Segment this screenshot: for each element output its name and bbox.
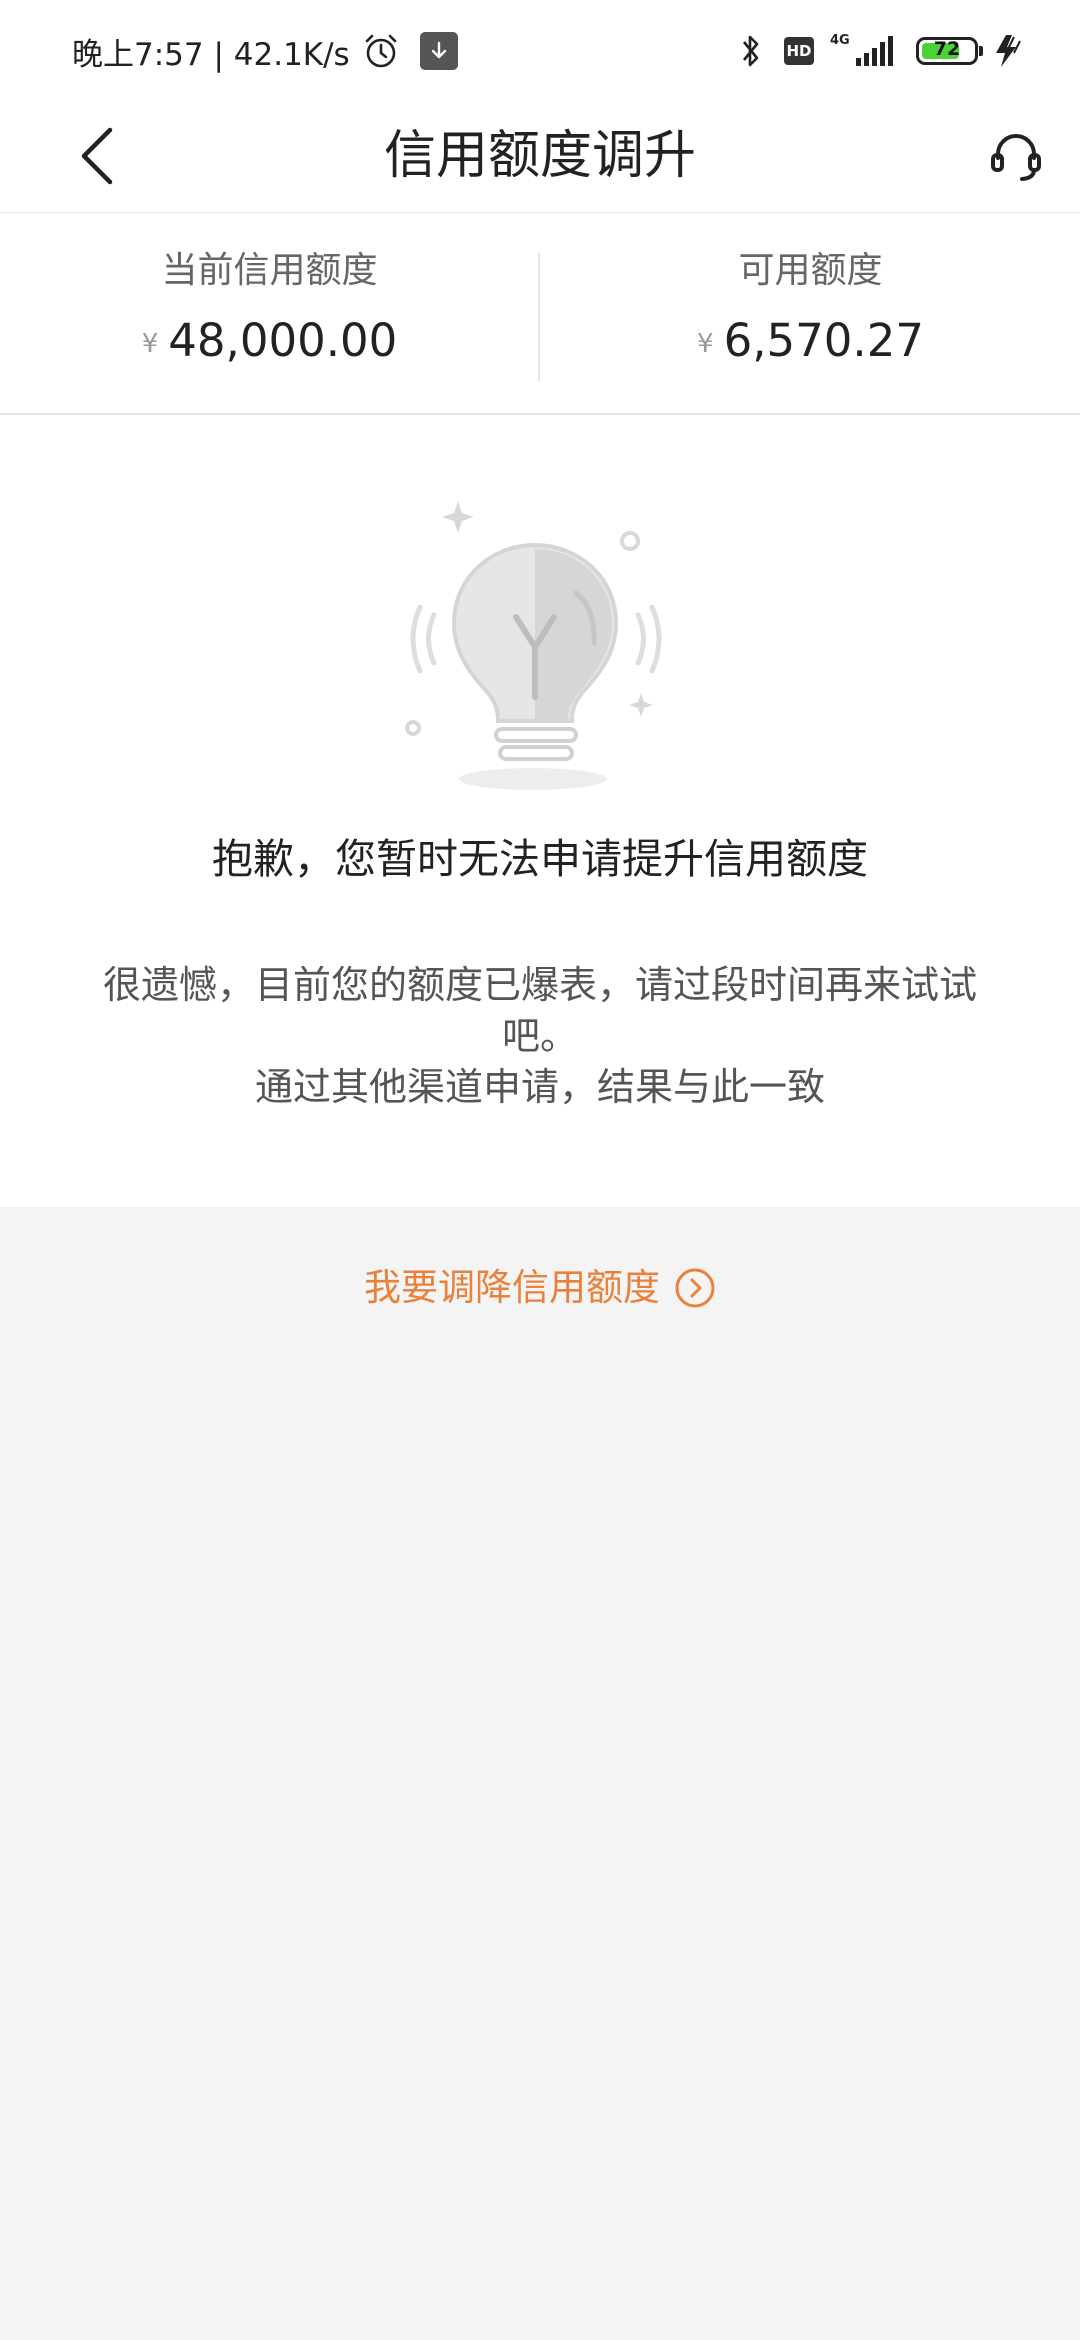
battery-icon: 72 (916, 37, 983, 65)
available-limit-value-row: ¥6,570.27 (541, 311, 1080, 381)
battery-level: 72 (933, 38, 961, 60)
lightbulb-icon (405, 501, 662, 790)
bluetooth-icon (742, 35, 759, 67)
current-limit-label: 当前信用额度 (161, 250, 378, 291)
available-limit-value: 6,570.27 (723, 314, 924, 367)
arrow-right-circle-icon (675, 1268, 715, 1308)
page-title: 信用额度调升 (383, 126, 696, 186)
alarm-icon (365, 34, 397, 68)
message-body: 很遗憾，目前您的额度已爆表，请过段时间再来试试吧。 通过其他渠道申请，结果与此一… (70, 960, 1010, 1113)
current-limit-value: 48,000.00 (168, 314, 398, 367)
network-label: 4G (830, 33, 850, 48)
headset-icon (991, 134, 1041, 181)
charging-icon (996, 35, 1021, 67)
status-time-speed: 晚上7:57 | 42.1K/s (72, 36, 350, 73)
column-divider (538, 253, 540, 381)
message-card: 抱歉，您暂时无法申请提升信用额度 很遗憾，目前您的额度已爆表，请过段时间再来试试… (0, 415, 1080, 1207)
hd-badge: HD (784, 37, 814, 65)
message-title: 抱歉，您暂时无法申请提升信用额度 (212, 835, 868, 883)
app-header: 信用额度调升 (0, 100, 1080, 213)
status-bar: 晚上7:57 | 42.1K/s HD 4G 72 (0, 0, 1080, 100)
currency-symbol: ¥ (697, 329, 714, 359)
credit-summary: 当前信用额度 ¥48,000.00 可用额度 ¥6,570.27 (0, 213, 1080, 415)
signal-icon (856, 36, 893, 66)
screen: 晚上7:57 | 42.1K/s HD 4G 72 信用额度调升 当前信用额度 … (0, 0, 1080, 2340)
current-limit-value-row: ¥48,000.00 (0, 311, 539, 381)
status-left: 晚上7:57 | 42.1K/s (72, 28, 458, 74)
message-body-line: 通过其他渠道申请，结果与此一致 (254, 1065, 825, 1109)
available-limit-block: 可用额度 ¥6,570.27 (541, 213, 1080, 413)
reduce-credit-label: 我要调降信用额度 (364, 1266, 660, 1309)
currency-symbol: ¥ (141, 329, 159, 359)
available-limit-label: 可用额度 (738, 250, 883, 291)
customer-service-button[interactable] (978, 118, 1054, 194)
download-icon (419, 32, 458, 70)
reduce-credit-link[interactable]: 我要调降信用额度 (0, 1258, 1080, 1318)
message-body-line: 很遗憾，目前您的额度已爆表，请过段时间再来试试吧。 (102, 963, 977, 1058)
current-limit-block: 当前信用额度 ¥48,000.00 (0, 213, 539, 413)
network-type: 4G (828, 31, 854, 71)
status-right: HD 4G 72 (738, 28, 1024, 74)
